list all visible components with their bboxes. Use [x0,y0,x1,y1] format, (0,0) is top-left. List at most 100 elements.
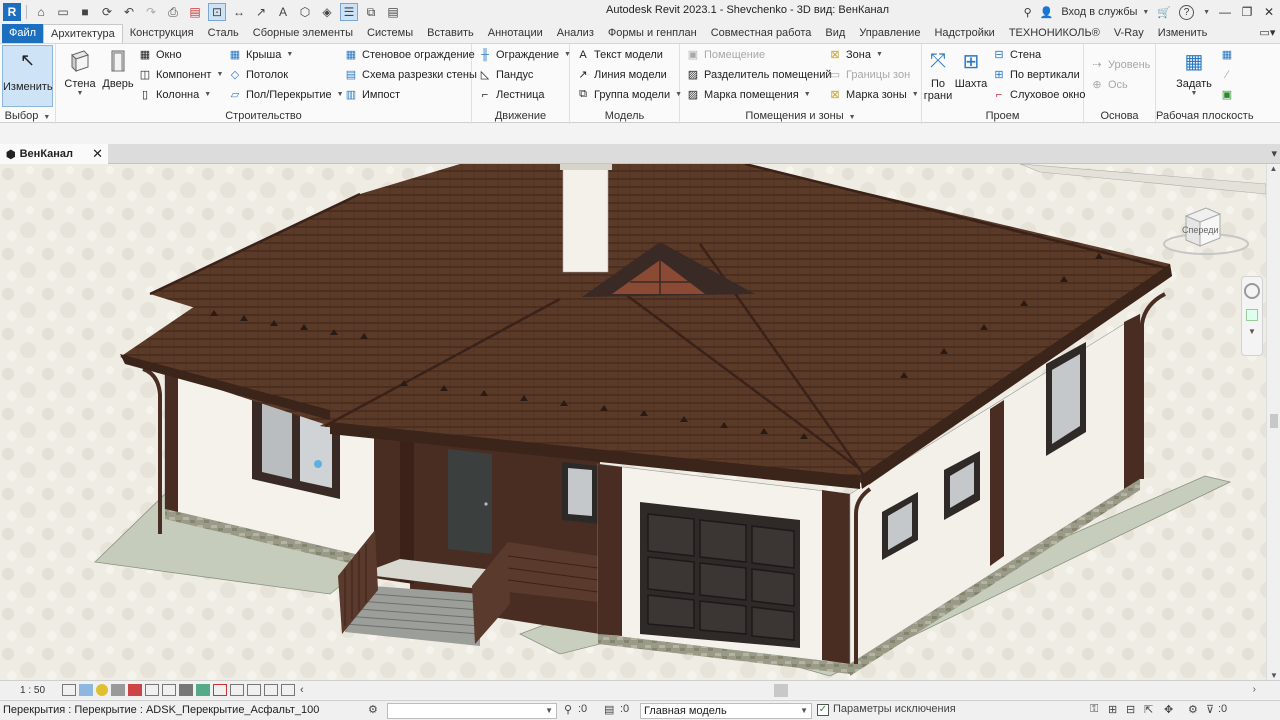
cart-icon[interactable]: 🛒 [1157,6,1171,19]
model-text-button[interactable]: A Текст модели [576,45,663,64]
view-tab-venkanal[interactable]: ⬢ ВенКанал ✕ [0,144,108,164]
dimension-icon[interactable]: ↗ [252,3,270,21]
viewcube[interactable]: Спереди [1162,202,1250,262]
select-underlay-icon[interactable]: ⊞ [1108,703,1117,716]
close-button[interactable]: ✕ [1258,5,1280,19]
rendering-icon[interactable] [127,684,142,696]
analytical-model-icon[interactable] [246,684,261,696]
drag-elements-icon[interactable]: ✥ [1164,703,1173,716]
switch-windows-icon[interactable]: ▤ [384,3,402,21]
modify-button[interactable]: ↖ Изменить [2,45,53,107]
3d-view-icon[interactable]: ⬡ [296,3,314,21]
select-by-face-icon[interactable]: ⇱ [1144,703,1153,716]
undo-icon[interactable]: ↶ [120,3,138,21]
tab-4[interactable]: Сборные элементы [246,24,360,43]
filter-icon[interactable]: ⊽ [1206,703,1214,716]
tab-12[interactable]: Управление [852,24,927,43]
tab-0[interactable]: Файл [2,24,44,43]
tab-7[interactable]: Аннотации [481,24,550,43]
highlight-displacement-icon[interactable] [263,684,278,696]
workset-icon[interactable]: ⚙ [368,703,378,716]
tab-16[interactable]: Изменить [1151,24,1215,43]
tab-15[interactable]: V-Ray [1107,24,1151,43]
tab-6[interactable]: Вставить [420,24,481,43]
select-pinned-icon[interactable]: ⊟ [1126,703,1135,716]
design-options-icon[interactable]: ▤ [604,703,614,716]
area-button[interactable]: ⊠ Зона ▼ [828,45,883,64]
curtain-grid-button[interactable]: ▤ Схема разрезки стены [344,65,477,84]
visual-style-icon[interactable] [78,684,93,696]
close-windows-icon[interactable]: ⧉ [362,3,380,21]
redo-icon[interactable]: ↷ [142,3,160,21]
model-line-button[interactable]: ↗ Линия модели [576,65,666,84]
workset-field[interactable]: ▼ [387,703,557,719]
hscroll-right-icon[interactable]: › [1253,684,1256,695]
tab-10[interactable]: Совместная работа [704,24,819,43]
nav-dropdown-icon[interactable]: ▼ [1242,327,1262,336]
section-icon[interactable]: ◈ [318,3,336,21]
pdf-icon[interactable]: ▤ [186,3,204,21]
collapse-icon[interactable]: ‹ [300,684,304,696]
ref-plane-button[interactable]: ⁄ [1220,65,1238,84]
open-icon[interactable]: ▭ [54,3,72,21]
scroll-thumb[interactable] [1270,414,1278,428]
shadows-icon[interactable] [110,684,125,696]
room-button[interactable]: ▣ Помещение [686,45,765,64]
window-button[interactable]: ▦ Окно [138,45,182,64]
scale-selector[interactable]: 1 : 50 [20,685,60,696]
help-button[interactable]: ? [1179,4,1195,20]
door-button[interactable]: Дверь [94,46,142,90]
room-tag-button[interactable]: ▨ Марка помещения ▼ [686,85,811,104]
set-workplane-button[interactable]: ▦ Задать ▼ [1170,46,1218,98]
save-icon[interactable]: ■ [76,3,94,21]
scroll-up-icon[interactable]: ▲ [1267,164,1280,173]
drawing-area[interactable]: Спереди ▼ [0,164,1266,680]
vertical-scrollbar[interactable]: ▲ ▼ [1266,164,1280,680]
tab-11[interactable]: Вид [818,24,852,43]
background-processes-icon[interactable]: ⚙ [1188,703,1198,716]
wall-opening-button[interactable]: ⊟ Стена [992,45,1041,64]
show-workplane-button[interactable]: ▦ [1220,45,1238,64]
shaft-button[interactable]: ⊞ Шахта [950,46,992,91]
tab-2[interactable]: Конструкция [123,24,201,43]
main-model-select[interactable]: Главная модель ▼ [640,703,812,719]
minimize-button[interactable]: — [1214,5,1236,19]
component-button[interactable]: ◫ Компонент ▼ [138,65,224,84]
sun-path-icon[interactable] [95,684,108,696]
revit-logo-icon[interactable]: R [3,3,21,21]
quick-access-tool-icon[interactable]: ⊡ [208,3,226,21]
editable-icon[interactable]: ⚲ [564,703,572,716]
show-crop-icon[interactable] [161,684,176,696]
railing-button[interactable]: ╫ Ограждение ▼ [478,45,571,64]
curtain-system-button[interactable]: ▦ Стеновое ограждение [344,45,475,64]
viewer-button[interactable]: ▣ [1220,85,1238,104]
sync-icon[interactable]: ⟳ [98,3,116,21]
tag-icon[interactable]: A [274,3,292,21]
scroll-down-icon[interactable]: ▼ [1267,671,1280,680]
help-dropdown-icon[interactable]: ▼ [1203,9,1210,16]
hscroll-thumb[interactable] [774,684,788,697]
view-tab-close-icon[interactable]: ✕ [92,146,103,162]
detail-level-icon[interactable] [61,684,76,696]
tab-14[interactable]: ТЕХНОНИКОЛЬ® [1002,24,1107,43]
thin-lines-icon[interactable]: ☰ [340,3,358,21]
tab-13[interactable]: Надстройки [927,24,1001,43]
reveal-hidden-icon[interactable] [212,684,227,696]
area-tag-button[interactable]: ⊠ Марка зоны ▼ [828,85,918,104]
crop-view-icon[interactable] [144,684,159,696]
login-button[interactable]: Вход в службы ▼ [1061,6,1149,18]
grid-button[interactable]: ⊕ Ось [1090,75,1127,94]
dormer-button[interactable]: ⌐ Слуховое окно [992,85,1086,104]
horizontal-scrollbar[interactable]: › [308,684,1256,697]
mullion-button[interactable]: ▥ Импост [344,85,400,104]
reveal-constraints-icon[interactable] [280,684,295,696]
temp-hide-icon[interactable] [195,684,210,696]
view-tab-menu-icon[interactable]: ▾ [1271,147,1277,160]
level-button[interactable]: ⇢ Уровень [1090,55,1150,74]
restore-button[interactable]: ❐ [1236,5,1258,19]
lock-view-icon[interactable] [178,684,193,696]
stair-button[interactable]: ⌐ Лестница [478,85,545,104]
measure-icon[interactable]: ↔ [230,3,248,21]
print-icon[interactable]: ⎙ [164,3,182,21]
tab-1[interactable]: Архитектура [43,24,123,43]
